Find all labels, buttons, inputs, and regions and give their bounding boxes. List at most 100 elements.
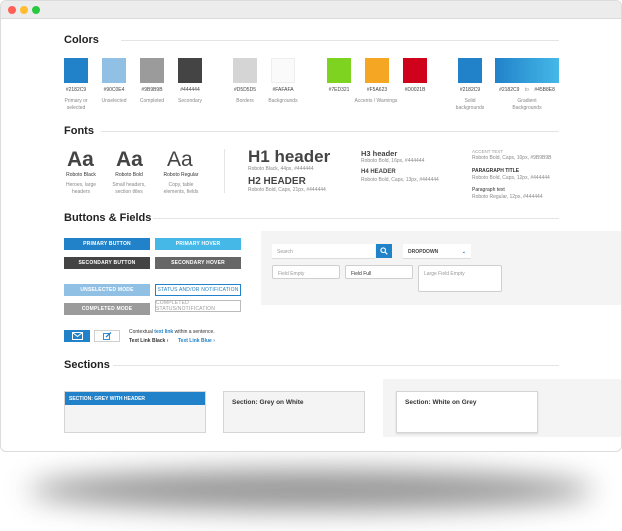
gradient-caption: Gradient Backgrounds: [512, 98, 542, 111]
section-grey-on-white: Section: Grey on White: [223, 391, 365, 433]
text-link-black-label: Text Link Black: [129, 338, 166, 344]
dropdown-value: DROPDOWN: [408, 249, 439, 255]
edit-icon-button[interactable]: [94, 330, 120, 342]
primary-hover-button[interactable]: PRIMARY HOVER: [155, 238, 241, 250]
fonts-divider: [101, 131, 559, 132]
colors-divider: [121, 40, 559, 41]
paragraph-text-sample: Paragraph text: [472, 187, 505, 193]
email-icon-button[interactable]: [64, 330, 90, 342]
fonts-vertical-divider: [224, 149, 225, 193]
hex-label: #9B9B9B: [141, 87, 163, 93]
section-title: Section: Grey on White: [232, 399, 304, 406]
gradient-to-word: to: [524, 87, 529, 93]
text-link-blue-label: Text Link Blue: [178, 338, 212, 344]
search-icon: [380, 247, 388, 255]
swatch-caption: Borders: [236, 98, 254, 104]
swatch-caption: Accents / Warnings: [354, 98, 398, 104]
gradient-from-hex: #2182C9: [499, 87, 520, 93]
search-input[interactable]: Search: [272, 244, 375, 259]
font-name: Roboto Bold: [115, 172, 143, 178]
h3-sample: H3 header: [361, 149, 398, 158]
chevron-down-icon: ⌄: [461, 249, 466, 255]
search-button[interactable]: [376, 244, 392, 258]
fonts-heading: Fonts: [64, 125, 94, 137]
section-title: Section: White on Grey: [405, 399, 477, 406]
h4-spec: Roboto Bold, Caps, 13px, #444444: [361, 177, 439, 183]
h2-sample: H2 HEADER: [248, 176, 306, 187]
h1-spec: Roboto Black, 44px, #444444: [248, 166, 314, 172]
close-dot[interactable]: [8, 6, 16, 14]
text-link-black[interactable]: Text Link Black ›: [129, 338, 168, 345]
window-shadow: [28, 470, 594, 510]
inline-text-link[interactable]: text link: [154, 329, 173, 335]
title-bar: [1, 1, 621, 19]
font-usage: Heroes, large headers: [65, 182, 96, 195]
swatch-borders: [233, 58, 257, 83]
sections-divider: [113, 365, 559, 366]
hex-label: #D0021B: [404, 87, 426, 93]
font-name: Roboto Regular: [163, 172, 199, 178]
buttons-divider: [153, 218, 559, 219]
swatch-caption: Primary or selected: [64, 98, 88, 111]
hex-label: #90C0E4: [103, 87, 125, 93]
swatch-red: [403, 58, 427, 83]
minimize-dot[interactable]: [20, 6, 28, 14]
swatch-primary: [64, 58, 88, 83]
contextual-link-sentence: Contextual text link within a sentence.: [129, 329, 215, 336]
font-usage: Small headers, section titles: [112, 182, 146, 195]
swatch-backgrounds: [271, 58, 295, 83]
dropdown-select[interactable]: DROPDOWN ⌄: [403, 244, 471, 259]
gradient-hex-label: #2182C9 to #45B8E8: [495, 87, 559, 93]
font-usage: Copy, table elements, fields: [163, 182, 199, 195]
accent-spec: Roboto Bold, Caps, 10px, #9B9B9B: [472, 155, 552, 161]
secondary-button[interactable]: SECONDARY BUTTON: [64, 257, 150, 269]
gradient-to-hex: #45B8E8: [534, 87, 555, 93]
maximize-dot[interactable]: [32, 6, 40, 14]
swatch-caption: Unselected: [101, 98, 127, 104]
hex-label: #FAFAFA: [272, 87, 294, 93]
swatch-orange: [365, 58, 389, 83]
unselected-mode-button[interactable]: UNSELECTED MODE: [64, 284, 150, 296]
field-empty[interactable]: Field Empty: [272, 265, 340, 279]
swatch-secondary: [178, 58, 202, 83]
primary-button[interactable]: PRIMARY BUTTON: [64, 238, 150, 250]
swatch-completed: [140, 58, 164, 83]
section-header-bar: SECTION: GREY WITH HEADER: [65, 392, 205, 405]
status-notification-button[interactable]: STATUS AND/OR NOTIFICATION: [155, 284, 241, 296]
swatch-caption: Completed: [139, 98, 165, 104]
swatch-gradient: [495, 58, 559, 83]
paragraph-text-spec: Roboto Regular, 12px, #444444: [472, 194, 543, 200]
secondary-hover-button[interactable]: SECONDARY HOVER: [155, 257, 241, 269]
sections-heading: Sections: [64, 359, 110, 371]
text-link-blue[interactable]: Text Link Blue ›: [178, 338, 215, 345]
hex-label: #444444: [180, 87, 200, 93]
h4-sample: H4 HEADER: [361, 169, 396, 175]
hex-label: #D5D5D5: [234, 87, 256, 93]
swatch-caption: Solid backgrounds: [455, 98, 485, 111]
section-white-on-grey: Section: White on Grey: [396, 391, 538, 433]
large-field-text: Large Field Empty: [424, 271, 465, 277]
section-grey-with-header: SECTION: GREY WITH HEADER: [64, 391, 206, 433]
swatch-solid-bg: [458, 58, 482, 83]
swatch-caption: Secondary: [178, 98, 202, 104]
h3-spec: Roboto Bold, 16px, #444444: [361, 158, 425, 164]
h2-spec: Roboto Bold, Caps, 21px, #444444: [248, 187, 326, 193]
edit-icon: [102, 332, 111, 340]
sentence-text: within a sentence.: [173, 329, 215, 335]
completed-mode-button[interactable]: COMPLETED MODE: [64, 303, 150, 315]
hex-label: #2182C9: [459, 87, 481, 93]
font-sample-black: Aa: [67, 148, 94, 171]
swatch-unselected: [102, 58, 126, 83]
completed-status-button[interactable]: COMPLETED STATUS/NOTIFICATION: [155, 300, 241, 312]
search-placeholder: Search: [277, 249, 293, 255]
swatch-green: [327, 58, 351, 83]
large-field-empty[interactable]: Large Field Empty: [418, 265, 502, 292]
field-empty-text: Field Empty: [278, 271, 305, 277]
hex-label: #2182C9: [65, 87, 87, 93]
hex-label: #7ED321: [328, 87, 350, 93]
font-sample-regular: Aa: [167, 148, 193, 171]
sentence-text: Contextual: [129, 329, 155, 335]
font-name: Roboto Black: [66, 172, 96, 178]
field-full[interactable]: Field Full: [345, 265, 413, 279]
browser-window: Colors #2182C9 #90C0E4 #9B9B9B #444444 #…: [0, 0, 622, 452]
